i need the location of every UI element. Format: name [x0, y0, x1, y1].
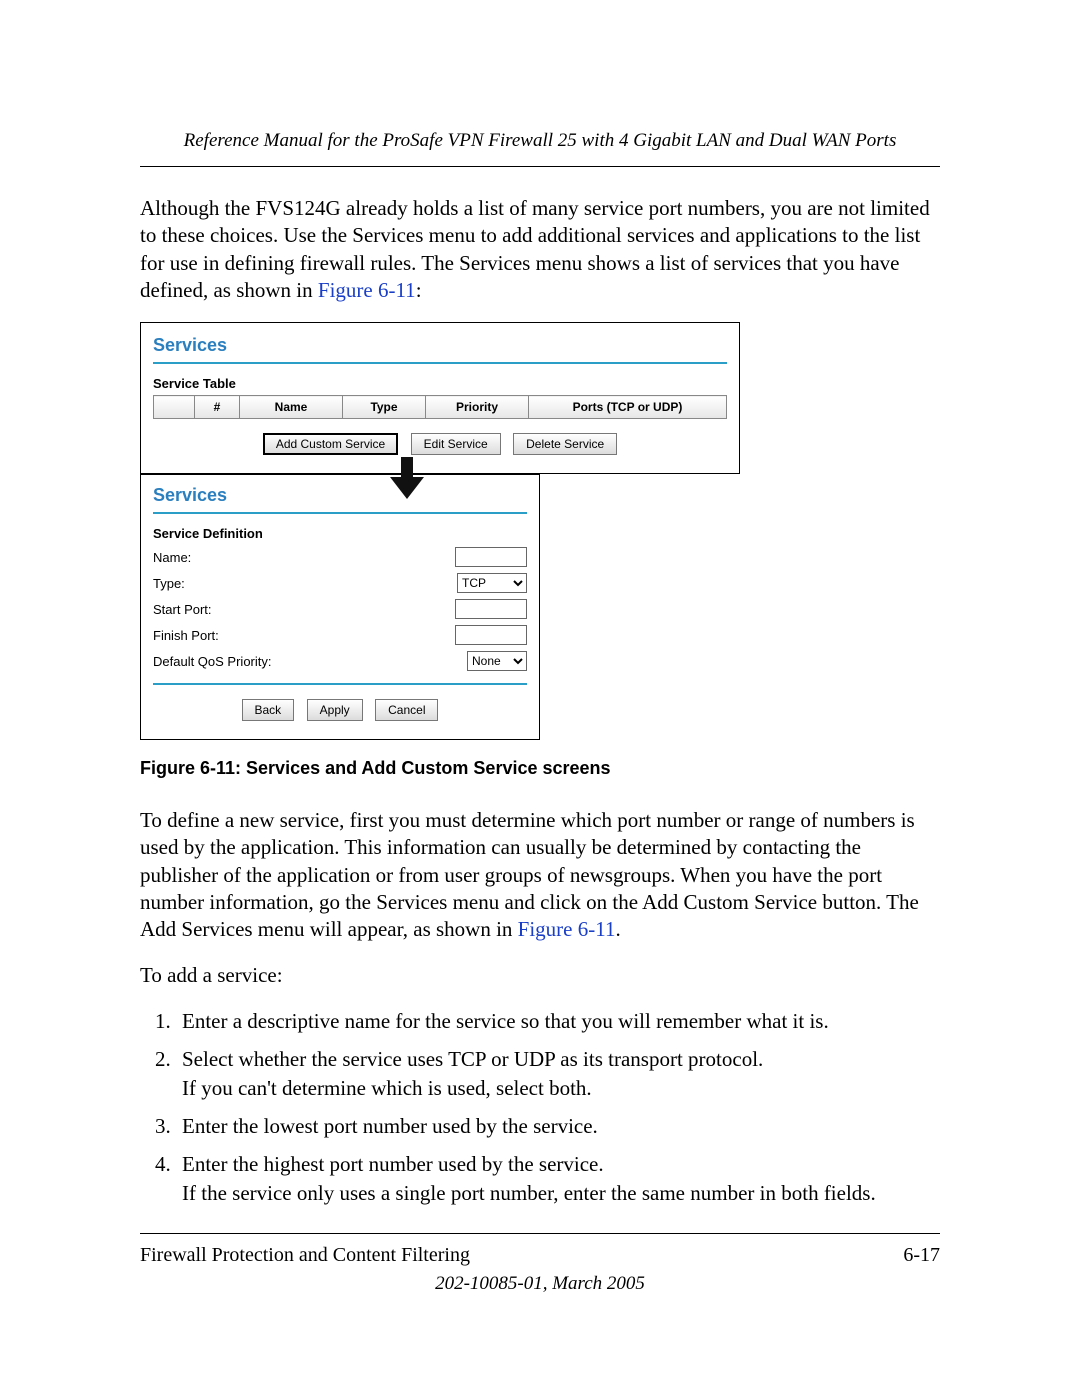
type-label: Type: — [153, 576, 457, 591]
col-number: # — [195, 396, 240, 419]
intro-text: Although the FVS124G already holds a lis… — [140, 196, 930, 302]
cancel-button[interactable]: Cancel — [375, 699, 438, 721]
panel-divider — [153, 362, 727, 364]
document-id: 202-10085-01, March 2005 — [140, 1273, 940, 1295]
service-definition-screen: Services Service Definition Name: Type: … — [140, 474, 540, 740]
name-input[interactable] — [455, 547, 527, 567]
start-port-input[interactable] — [455, 599, 527, 619]
step-4: Enter the highest port number used by th… — [176, 1150, 940, 1207]
finish-port-label: Finish Port: — [153, 628, 455, 643]
figure-reference-link[interactable]: Figure 6-11 — [318, 278, 416, 302]
col-type: Type — [343, 396, 426, 419]
steps-lead: To add a service: — [140, 962, 940, 989]
qos-priority-label: Default QoS Priority: — [153, 654, 467, 669]
start-port-label: Start Port: — [153, 602, 455, 617]
delete-service-button[interactable]: Delete Service — [513, 433, 617, 455]
col-priority: Priority — [426, 396, 529, 419]
add-custom-service-button[interactable]: Add Custom Service — [263, 433, 398, 455]
apply-button[interactable]: Apply — [307, 699, 363, 721]
footer-page-number: 6-17 — [903, 1244, 940, 1267]
service-table: # Name Type Priority Ports (TCP or UDP) — [153, 395, 727, 419]
panel-divider-bottom — [153, 512, 527, 514]
services-table-screen: Services Service Table # Name Type Prior… — [140, 322, 740, 474]
col-ports: Ports (TCP or UDP) — [529, 396, 727, 419]
figure-caption: Figure 6-11: Services and Add Custom Ser… — [140, 758, 940, 779]
edit-service-button[interactable]: Edit Service — [411, 433, 501, 455]
page-footer: Firewall Protection and Content Filterin… — [140, 1233, 940, 1267]
panel-title-services-top: Services — [153, 335, 727, 356]
service-table-buttons: Add Custom Service Edit Service Delete S… — [153, 433, 727, 455]
service-table-heading: Service Table — [153, 376, 727, 391]
finish-port-input[interactable] — [455, 625, 527, 645]
footer-section: Firewall Protection and Content Filterin… — [140, 1244, 470, 1267]
steps-list: Enter a descriptive name for the service… — [140, 1007, 940, 1207]
step-3: Enter the lowest port number used by the… — [176, 1112, 940, 1140]
panel-title-services-bottom: Services — [153, 485, 527, 506]
figure-6-11: Services Service Table # Name Type Prior… — [140, 322, 940, 740]
page: Reference Manual for the ProSafe VPN Fir… — [0, 0, 1080, 1355]
qos-priority-select[interactable]: None — [467, 651, 527, 671]
back-button[interactable]: Back — [242, 699, 295, 721]
col-select — [154, 396, 195, 419]
figure-reference-link-2[interactable]: Figure 6-11 — [518, 917, 616, 941]
name-label: Name: — [153, 550, 455, 565]
step-1: Enter a descriptive name for the service… — [176, 1007, 940, 1035]
intro-paragraph: Although the FVS124G already holds a lis… — [140, 195, 940, 304]
after-text-post: . — [615, 917, 620, 941]
running-header: Reference Manual for the ProSafe VPN Fir… — [140, 130, 940, 167]
step-2: Select whether the service uses TCP or U… — [176, 1045, 940, 1102]
service-definition-heading: Service Definition — [153, 526, 527, 541]
after-paragraph: To define a new service, first you must … — [140, 807, 940, 943]
panel-divider-bottom-2 — [153, 683, 527, 685]
type-select[interactable]: TCP — [457, 573, 527, 593]
intro-tail: : — [416, 278, 422, 302]
col-name: Name — [240, 396, 343, 419]
arrow-down-icon — [390, 457, 424, 499]
definition-buttons: Back Apply Cancel — [153, 699, 527, 721]
